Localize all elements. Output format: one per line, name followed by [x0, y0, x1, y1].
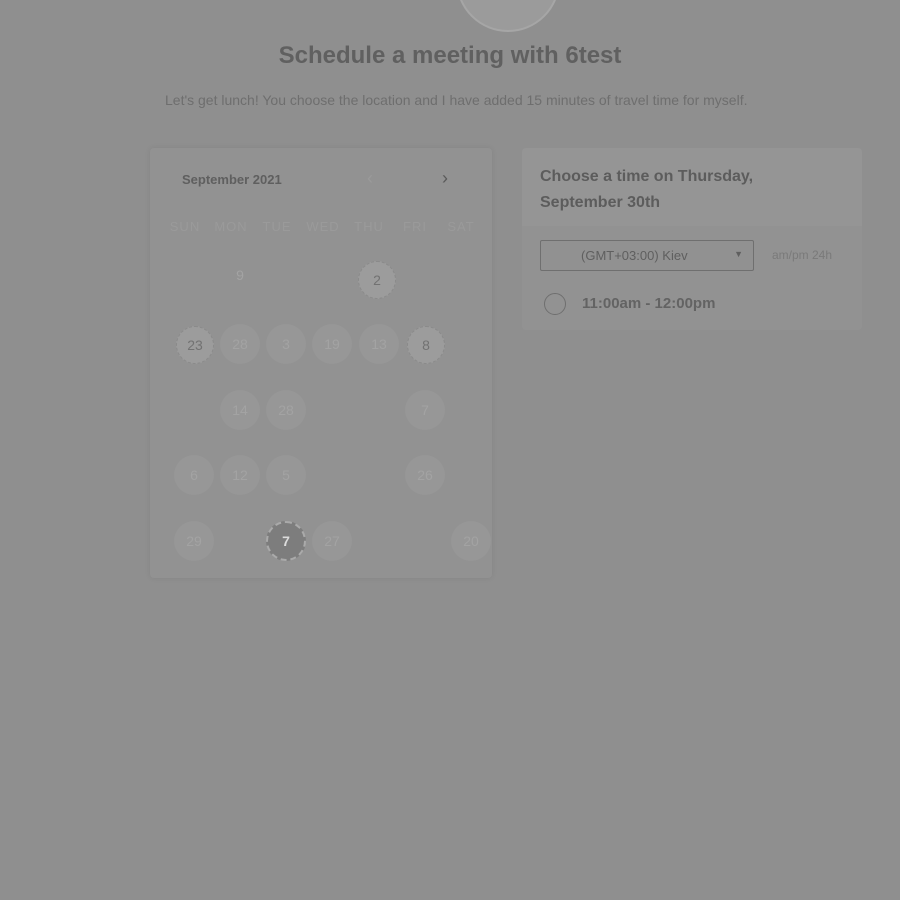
weekday-tue: TUE: [262, 219, 292, 234]
weekday-sun: SUN: [169, 219, 201, 234]
weekday-wed: WED: [306, 219, 340, 234]
calendar-day[interactable]: 23: [176, 326, 214, 364]
time-slot-radio[interactable]: [544, 293, 566, 315]
page-title: Schedule a meeting with 6test: [278, 42, 622, 69]
time-panel-header: Choose a time on Thursday, September 30t…: [522, 148, 862, 226]
chevron-left-icon[interactable]: ‹: [360, 168, 380, 188]
chevron-right-icon[interactable]: ›: [435, 168, 455, 188]
avatar: [456, 0, 560, 32]
time-panel-title: Choose a time on Thursday, September 30t…: [540, 168, 754, 211]
calendar-day[interactable]: 5: [266, 455, 306, 495]
calendar-day[interactable]: 2: [358, 261, 396, 299]
calendar-day[interactable]: 26: [405, 455, 445, 495]
calendar-day[interactable]: 6: [174, 455, 214, 495]
timezone-value: (GMT+03:00) Kiev: [581, 248, 688, 263]
calendar-day[interactable]: 3: [266, 324, 306, 364]
calendar-day[interactable]: 29: [174, 521, 214, 561]
time-slot-panel: Choose a time on Thursday, September 30t…: [522, 148, 862, 330]
calendar-day[interactable]: 27: [312, 521, 352, 561]
weekday-fri: FRI: [403, 219, 427, 234]
time-slot-label[interactable]: 11:00am - 12:00pm: [582, 295, 715, 312]
caret-down-icon: ▼: [734, 249, 743, 259]
calendar-day[interactable]: 13: [359, 324, 399, 364]
calendar-day[interactable]: 28: [266, 390, 306, 430]
time-format-toggle[interactable]: am/pm 24h: [772, 248, 832, 262]
meeting-description: Let's get lunch! You choose the location…: [165, 92, 748, 108]
calendar-day[interactable]: 7: [405, 390, 445, 430]
calendar-day[interactable]: 12: [220, 455, 260, 495]
calendar: September 2021 ‹ › SUN MON TUE WED THU F…: [150, 148, 492, 578]
calendar-month-label: September 2021: [182, 172, 282, 187]
calendar-day[interactable]: 19: [312, 324, 352, 364]
calendar-day[interactable]: 8: [407, 326, 445, 364]
weekday-sat: SAT: [447, 219, 475, 234]
weekday-thu: THU: [354, 219, 384, 234]
calendar-day[interactable]: 14: [220, 390, 260, 430]
calendar-day[interactable]: 9: [220, 255, 260, 295]
weekday-mon: MON: [214, 219, 248, 234]
calendar-day-selected[interactable]: 7: [266, 521, 306, 561]
calendar-day[interactable]: 20: [451, 521, 491, 561]
timezone-select[interactable]: (GMT+03:00) Kiev ▼: [540, 240, 754, 271]
calendar-day[interactable]: 28: [220, 324, 260, 364]
scheduling-page: Schedule a meeting with 6test Let's get …: [0, 0, 900, 900]
